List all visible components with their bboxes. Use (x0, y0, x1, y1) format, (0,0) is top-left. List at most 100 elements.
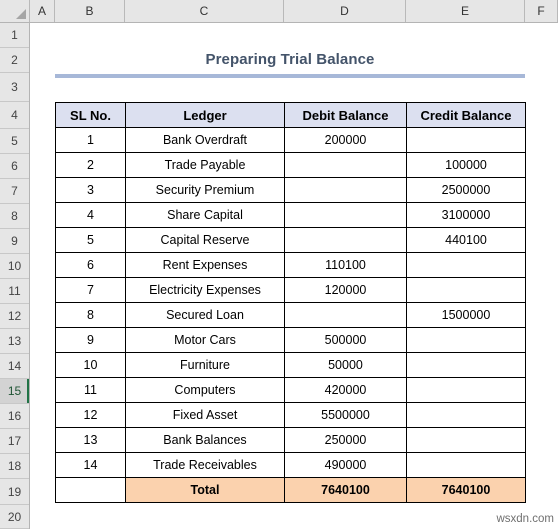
cell-ledger[interactable]: Bank Balances (125, 427, 285, 453)
row-header-6[interactable]: 6 (0, 154, 29, 179)
row-header-13[interactable]: 13 (0, 329, 29, 354)
worksheet-body[interactable]: Preparing Trial Balance SL No. Ledger De… (31, 23, 558, 529)
table-row[interactable]: 13 Bank Balances 250000 (55, 427, 526, 453)
cell-sl-no[interactable]: 3 (55, 177, 126, 203)
table-row[interactable]: 3 Security Premium 2500000 (55, 177, 526, 203)
cell-debit-balance[interactable]: 120000 (284, 277, 407, 303)
cell-credit-balance[interactable] (406, 377, 526, 403)
cell-sl-no[interactable]: 1 (55, 127, 126, 153)
row-header-16[interactable]: 16 (0, 404, 29, 429)
table-row[interactable]: 7 Electricity Expenses 120000 (55, 277, 526, 303)
cell-debit-balance[interactable] (284, 177, 407, 203)
row-header-12[interactable]: 12 (0, 304, 29, 329)
row-header-4[interactable]: 4 (0, 102, 29, 129)
cell-ledger[interactable]: Furniture (125, 352, 285, 378)
cell-sl-no[interactable]: 6 (55, 252, 126, 278)
row-header-5[interactable]: 5 (0, 129, 29, 154)
row-header-7[interactable]: 7 (0, 179, 29, 204)
cell-ledger[interactable]: Secured Loan (125, 302, 285, 328)
cell-ledger[interactable]: Bank Overdraft (125, 127, 285, 153)
cell-credit-balance[interactable] (406, 352, 526, 378)
cell-ledger[interactable]: Motor Cars (125, 327, 285, 353)
cell-sl-no[interactable]: 4 (55, 202, 126, 228)
row-header-14[interactable]: 14 (0, 354, 29, 379)
column-header-d[interactable]: D (284, 0, 406, 22)
cell-debit-balance[interactable]: 490000 (284, 452, 407, 478)
total-cell-debit-balance[interactable]: 7640100 (284, 477, 407, 503)
cell-sl-no[interactable]: 8 (55, 302, 126, 328)
table-row[interactable]: 11 Computers 420000 (55, 377, 526, 403)
row-header-8[interactable]: 8 (0, 204, 29, 229)
cell-sl-no[interactable]: 14 (55, 452, 126, 478)
cell-sl-no[interactable]: 11 (55, 377, 126, 403)
row-header-18[interactable]: 18 (0, 454, 29, 479)
row-header-10[interactable]: 10 (0, 254, 29, 279)
column-header-b[interactable]: B (55, 0, 125, 22)
table-row[interactable]: 5 Capital Reserve 440100 (55, 227, 526, 253)
cell-credit-balance[interactable] (406, 427, 526, 453)
cell-ledger[interactable]: Capital Reserve (125, 227, 285, 253)
row-header-20[interactable]: 20 (0, 505, 29, 529)
cell-debit-balance[interactable]: 250000 (284, 427, 407, 453)
cell-debit-balance[interactable]: 5500000 (284, 402, 407, 428)
cell-debit-balance[interactable]: 200000 (284, 127, 407, 153)
row-header-19[interactable]: 19 (0, 479, 29, 505)
cell-debit-balance[interactable] (284, 227, 407, 253)
cell-ledger[interactable]: Electricity Expenses (125, 277, 285, 303)
total-cell-credit-balance[interactable]: 7640100 (406, 477, 526, 503)
row-header-1[interactable]: 1 (0, 23, 29, 48)
cell-sl-no[interactable]: 10 (55, 352, 126, 378)
column-header-a[interactable]: A (30, 0, 55, 22)
cell-ledger[interactable]: Computers (125, 377, 285, 403)
row-header-17[interactable]: 17 (0, 429, 29, 454)
cell-ledger[interactable]: Trade Receivables (125, 452, 285, 478)
cell-debit-balance[interactable]: 110100 (284, 252, 407, 278)
cell-debit-balance[interactable] (284, 202, 407, 228)
column-header-e[interactable]: E (406, 0, 525, 22)
table-row[interactable]: 10 Furniture 50000 (55, 352, 526, 378)
cell-sl-no[interactable]: 5 (55, 227, 126, 253)
cell-debit-balance[interactable]: 420000 (284, 377, 407, 403)
table-row[interactable]: 9 Motor Cars 500000 (55, 327, 526, 353)
table-row[interactable]: 12 Fixed Asset 5500000 (55, 402, 526, 428)
total-cell-sl-no[interactable] (55, 477, 126, 503)
table-row[interactable]: 1 Bank Overdraft 200000 (55, 127, 526, 153)
table-row[interactable]: 8 Secured Loan 1500000 (55, 302, 526, 328)
cell-credit-balance[interactable]: 100000 (406, 152, 526, 178)
cell-sl-no[interactable]: 13 (55, 427, 126, 453)
select-all-corner[interactable] (0, 0, 30, 22)
table-row[interactable]: 6 Rent Expenses 110100 (55, 252, 526, 278)
cell-credit-balance[interactable] (406, 402, 526, 428)
cell-debit-balance[interactable] (284, 302, 407, 328)
cell-credit-balance[interactable]: 1500000 (406, 302, 526, 328)
column-header-f[interactable]: F (525, 0, 558, 22)
row-header-11[interactable]: 11 (0, 279, 29, 304)
cell-credit-balance[interactable] (406, 327, 526, 353)
cell-sl-no[interactable]: 2 (55, 152, 126, 178)
cell-credit-balance[interactable]: 2500000 (406, 177, 526, 203)
cell-credit-balance[interactable] (406, 277, 526, 303)
cell-credit-balance[interactable] (406, 252, 526, 278)
cell-sl-no[interactable]: 7 (55, 277, 126, 303)
row-header-9[interactable]: 9 (0, 229, 29, 254)
row-header-3[interactable]: 3 (0, 73, 29, 102)
row-header-2[interactable]: 2 (0, 48, 29, 73)
cell-ledger[interactable]: Trade Payable (125, 152, 285, 178)
trial-balance-table[interactable]: SL No. Ledger Debit Balance Credit Balan… (55, 102, 526, 503)
cell-sl-no[interactable]: 12 (55, 402, 126, 428)
table-row[interactable]: 14 Trade Receivables 490000 (55, 452, 526, 478)
cell-ledger[interactable]: Share Capital (125, 202, 285, 228)
cell-debit-balance[interactable]: 50000 (284, 352, 407, 378)
cell-credit-balance[interactable]: 3100000 (406, 202, 526, 228)
table-row[interactable]: 2 Trade Payable 100000 (55, 152, 526, 178)
cell-sl-no[interactable]: 9 (55, 327, 126, 353)
cell-credit-balance[interactable] (406, 452, 526, 478)
cell-credit-balance[interactable]: 440100 (406, 227, 526, 253)
cell-credit-balance[interactable] (406, 127, 526, 153)
column-header-c[interactable]: C (125, 0, 284, 22)
cell-ledger[interactable]: Security Premium (125, 177, 285, 203)
total-cell-ledger[interactable]: Total (125, 477, 285, 503)
table-total-row[interactable]: Total 7640100 7640100 (55, 477, 526, 503)
table-row[interactable]: 4 Share Capital 3100000 (55, 202, 526, 228)
cell-debit-balance[interactable] (284, 152, 407, 178)
